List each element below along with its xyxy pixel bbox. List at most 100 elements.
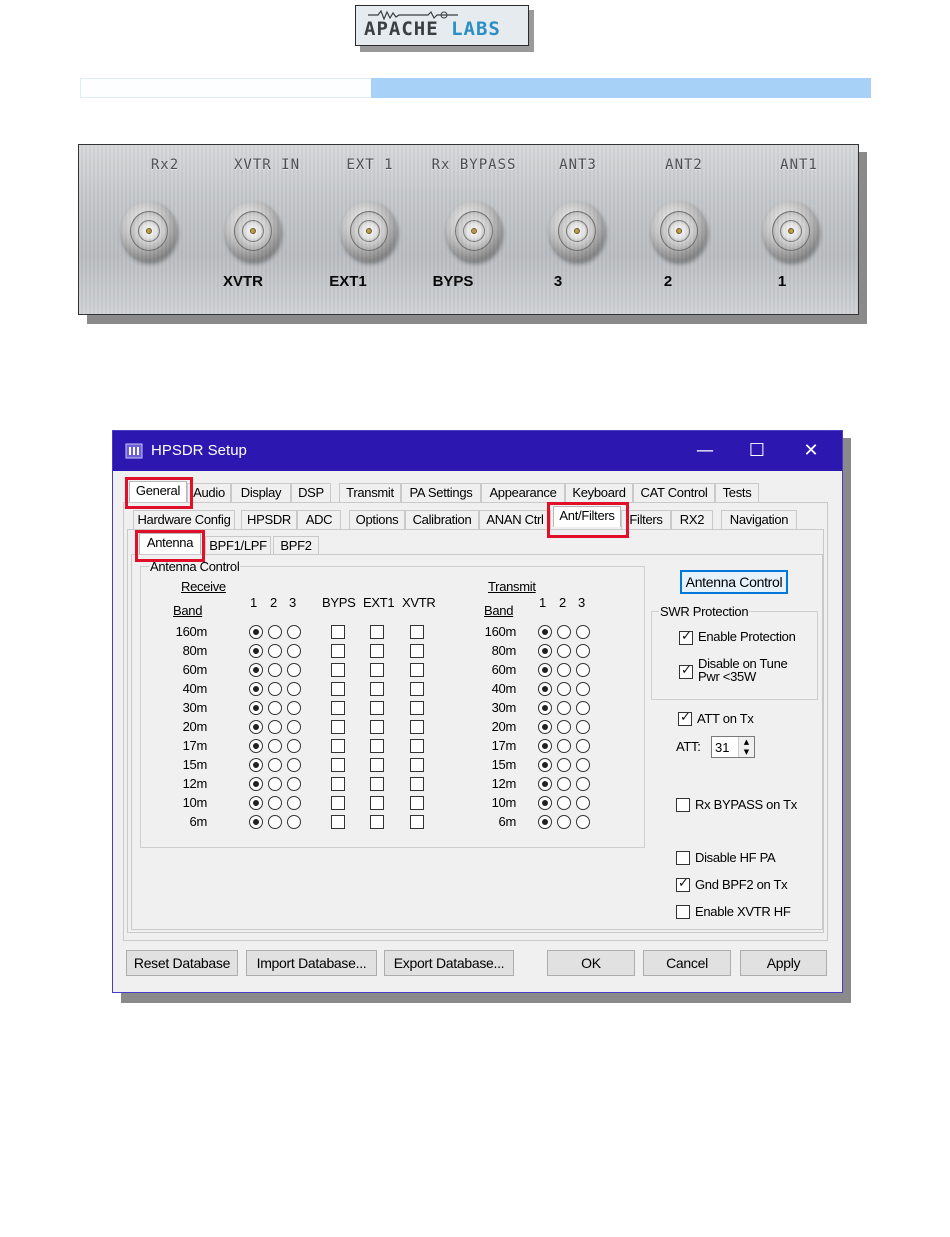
byps-checkbox[interactable] bbox=[331, 739, 345, 753]
tx-antenna-radio[interactable] bbox=[538, 625, 552, 639]
byps-checkbox[interactable] bbox=[331, 682, 345, 696]
tx-antenna-radio[interactable] bbox=[576, 663, 590, 677]
ext1-checkbox[interactable] bbox=[370, 625, 384, 639]
rx-antenna-radio[interactable] bbox=[249, 796, 263, 810]
xvtr-checkbox[interactable] bbox=[410, 625, 424, 639]
enable-xvtr-hf-checkbox[interactable] bbox=[676, 905, 690, 919]
ext1-checkbox[interactable] bbox=[370, 720, 384, 734]
spinner-arrows-icon[interactable]: ▲ ▼ bbox=[738, 737, 754, 757]
rx-antenna-radio[interactable] bbox=[268, 701, 282, 715]
rx-antenna-radio[interactable] bbox=[268, 777, 282, 791]
tab-dsp[interactable]: DSP bbox=[291, 483, 331, 502]
byps-checkbox[interactable] bbox=[331, 796, 345, 810]
tab-bpf1-lpf[interactable]: BPF1/LPF bbox=[205, 536, 271, 555]
rx-antenna-radio[interactable] bbox=[287, 796, 301, 810]
tab-bpf2[interactable]: BPF2 bbox=[273, 536, 319, 555]
gnd-bpf2-on-tx-checkbox[interactable] bbox=[676, 876, 690, 892]
tx-antenna-radio[interactable] bbox=[576, 682, 590, 696]
tab-options[interactable]: Options bbox=[349, 510, 405, 529]
antenna-control-button[interactable]: Antenna Control bbox=[680, 570, 788, 594]
tx-antenna-radio[interactable] bbox=[576, 739, 590, 753]
xvtr-checkbox[interactable] bbox=[410, 701, 424, 715]
apply-button[interactable]: Apply bbox=[740, 950, 827, 976]
tab-filters[interactable]: Filters bbox=[621, 510, 671, 529]
disable-on-tune-checkbox[interactable] bbox=[679, 663, 693, 679]
byps-checkbox[interactable] bbox=[331, 815, 345, 829]
maximize-button[interactable]: ☐ bbox=[732, 431, 782, 471]
rx-antenna-radio[interactable] bbox=[287, 720, 301, 734]
tab-hardware-config[interactable]: Hardware Config bbox=[133, 510, 235, 529]
tab-hpsdr[interactable]: HPSDR bbox=[241, 510, 297, 529]
rx-antenna-radio[interactable] bbox=[268, 720, 282, 734]
tx-antenna-radio[interactable] bbox=[576, 796, 590, 810]
tab-anan-ctrl[interactable]: ANAN Ctrl bbox=[479, 510, 551, 529]
xvtr-checkbox[interactable] bbox=[410, 777, 424, 791]
tx-antenna-radio[interactable] bbox=[557, 625, 571, 639]
tab-ant-filters[interactable]: Ant/Filters bbox=[553, 506, 621, 527]
rx-antenna-radio[interactable] bbox=[249, 758, 263, 772]
tx-antenna-radio[interactable] bbox=[557, 739, 571, 753]
rx-antenna-radio[interactable] bbox=[249, 815, 263, 829]
rx-antenna-radio[interactable] bbox=[268, 663, 282, 677]
rx-antenna-radio[interactable] bbox=[287, 701, 301, 715]
rx-antenna-radio[interactable] bbox=[268, 796, 282, 810]
tab-keyboard[interactable]: Keyboard bbox=[565, 483, 633, 502]
tx-antenna-radio[interactable] bbox=[538, 701, 552, 715]
xvtr-checkbox[interactable] bbox=[410, 682, 424, 696]
tab-transmit[interactable]: Transmit bbox=[339, 483, 401, 502]
rx-antenna-radio[interactable] bbox=[287, 682, 301, 696]
tab-display[interactable]: Display bbox=[231, 483, 291, 502]
ext1-checkbox[interactable] bbox=[370, 815, 384, 829]
tx-antenna-radio[interactable] bbox=[557, 796, 571, 810]
ext1-checkbox[interactable] bbox=[370, 701, 384, 715]
byps-checkbox[interactable] bbox=[331, 720, 345, 734]
ext1-checkbox[interactable] bbox=[370, 682, 384, 696]
ext1-checkbox[interactable] bbox=[370, 777, 384, 791]
tx-antenna-radio[interactable] bbox=[557, 815, 571, 829]
att-spinner[interactable]: 31 ▲ ▼ bbox=[711, 736, 755, 758]
xvtr-checkbox[interactable] bbox=[410, 815, 424, 829]
tab-appearance[interactable]: Appearance bbox=[481, 483, 565, 502]
tx-antenna-radio[interactable] bbox=[557, 758, 571, 772]
tx-antenna-radio[interactable] bbox=[576, 777, 590, 791]
rx-antenna-radio[interactable] bbox=[249, 720, 263, 734]
xvtr-checkbox[interactable] bbox=[410, 739, 424, 753]
tx-antenna-radio[interactable] bbox=[538, 644, 552, 658]
rx-antenna-radio[interactable] bbox=[268, 815, 282, 829]
tx-antenna-radio[interactable] bbox=[538, 720, 552, 734]
rx-antenna-radio[interactable] bbox=[249, 701, 263, 715]
rx-antenna-radio[interactable] bbox=[287, 815, 301, 829]
tx-antenna-radio[interactable] bbox=[538, 682, 552, 696]
tx-antenna-radio[interactable] bbox=[576, 720, 590, 734]
tx-antenna-radio[interactable] bbox=[557, 720, 571, 734]
close-button[interactable]: ✕ bbox=[786, 431, 836, 471]
rx-antenna-radio[interactable] bbox=[249, 663, 263, 677]
xvtr-checkbox[interactable] bbox=[410, 644, 424, 658]
rx-antenna-radio[interactable] bbox=[268, 644, 282, 658]
ext1-checkbox[interactable] bbox=[370, 644, 384, 658]
tx-antenna-radio[interactable] bbox=[576, 701, 590, 715]
cancel-button[interactable]: Cancel bbox=[643, 950, 731, 976]
rx-antenna-radio[interactable] bbox=[268, 625, 282, 639]
tab-general[interactable]: General bbox=[129, 481, 187, 502]
rx-antenna-radio[interactable] bbox=[287, 663, 301, 677]
tab-adc[interactable]: ADC bbox=[297, 510, 341, 529]
rx-antenna-radio[interactable] bbox=[287, 739, 301, 753]
ext1-checkbox[interactable] bbox=[370, 796, 384, 810]
tx-antenna-radio[interactable] bbox=[557, 663, 571, 677]
disable-hf-pa-checkbox[interactable] bbox=[676, 851, 690, 865]
tx-antenna-radio[interactable] bbox=[576, 625, 590, 639]
export-database-button[interactable]: Export Database... bbox=[384, 950, 514, 976]
rx-antenna-radio[interactable] bbox=[268, 758, 282, 772]
ok-button[interactable]: OK bbox=[547, 950, 635, 976]
rx-bypass-on-tx-checkbox[interactable] bbox=[676, 798, 690, 812]
rx-antenna-radio[interactable] bbox=[287, 625, 301, 639]
minimize-button[interactable]: — bbox=[680, 431, 730, 471]
tab-antenna[interactable]: Antenna bbox=[139, 533, 201, 554]
reset-database-button[interactable]: Reset Database bbox=[126, 950, 238, 976]
ext1-checkbox[interactable] bbox=[370, 739, 384, 753]
xvtr-checkbox[interactable] bbox=[410, 758, 424, 772]
import-database-button[interactable]: Import Database... bbox=[246, 950, 377, 976]
byps-checkbox[interactable] bbox=[331, 701, 345, 715]
title-bar[interactable]: HPSDR Setup — ☐ ✕ bbox=[113, 431, 842, 471]
